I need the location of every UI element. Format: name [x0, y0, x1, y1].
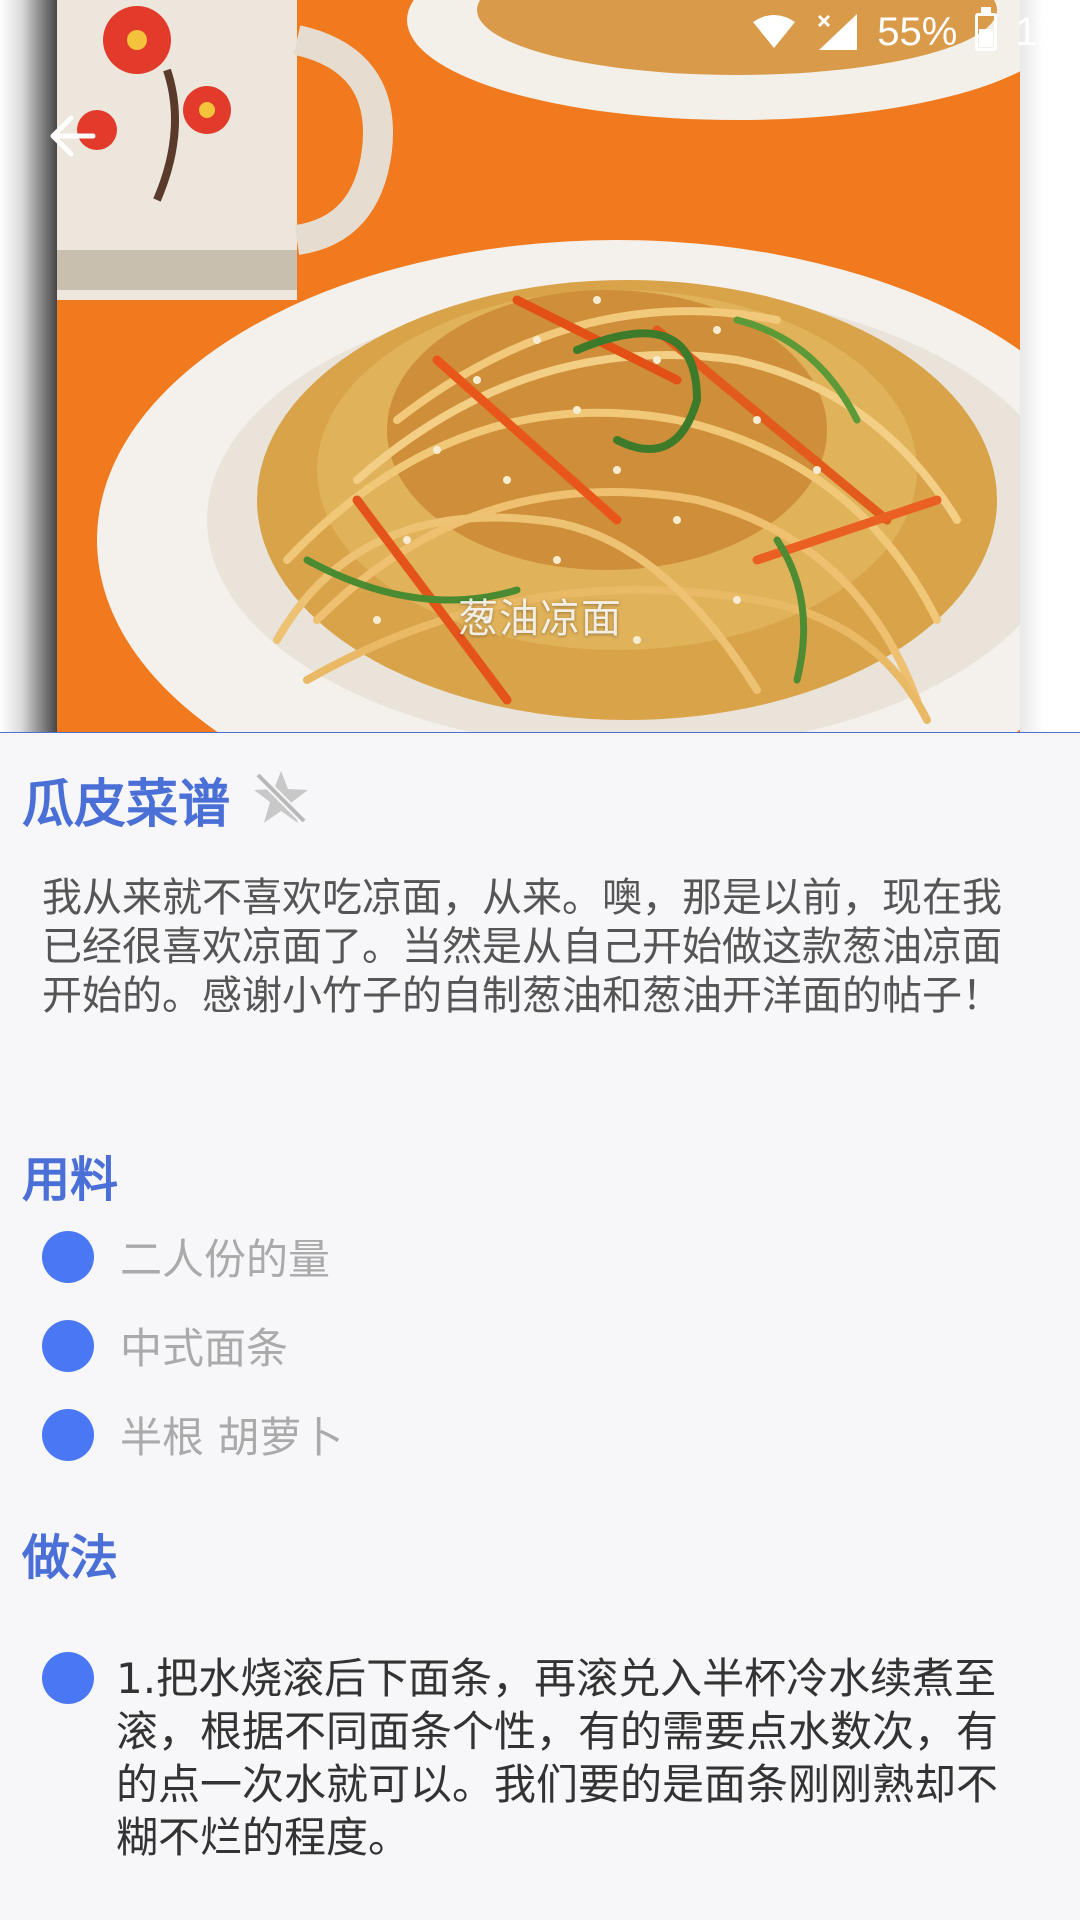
app-title: 瓜皮菜谱: [22, 775, 231, 835]
status-time: 11:: [1015, 9, 1068, 54]
signal-icon: [815, 12, 859, 52]
step-item: 1.把水烧滚后下面条，再滚兑入半杯冷水续煮至滚，根据不同面条个性，有的需要点水数…: [42, 1652, 1022, 1864]
step-text: 1.把水烧滚后下面条，再滚兑入半杯冷水续煮至滚，根据不同面条个性，有的需要点水数…: [116, 1654, 999, 1862]
status-bar: 55% 11:: [648, 0, 1080, 64]
ingredient-label: 二人份的量: [120, 1235, 331, 1284]
dish-name-caption: 葱油凉面: [458, 596, 622, 642]
ingredient-label: 中式面条: [120, 1324, 289, 1373]
ingredient-item: 中式面条: [42, 1315, 288, 1376]
ingredient-item: 半根 胡萝卜: [42, 1404, 343, 1465]
title-row: 瓜皮菜谱: [22, 762, 312, 837]
bullet-icon: [42, 1652, 94, 1704]
back-button[interactable]: [40, 105, 106, 171]
ingredient-item: 二人份的量: [42, 1226, 330, 1287]
bullet-icon: [42, 1319, 94, 1372]
battery-percent: 55%: [877, 9, 958, 54]
steps-title: 做法: [22, 1530, 119, 1586]
recipe-description: 我从来就不喜欢吃凉面，从来。噢，那是以前，现在我已经很喜欢凉面了。当然是从自己开…: [42, 875, 1002, 1019]
wifi-icon: [751, 14, 797, 50]
hero-image: 葱油凉面: [0, 0, 1080, 733]
favorite-toggle[interactable]: [250, 767, 312, 833]
ingredients-title: 用料: [22, 1152, 119, 1208]
arrow-left-icon: [49, 114, 97, 162]
star-off-icon: [254, 770, 309, 824]
bullet-icon: [42, 1230, 94, 1283]
ingredient-label: 半根 胡萝卜: [120, 1413, 344, 1462]
bullet-icon: [42, 1408, 94, 1461]
hero-divider: [0, 732, 1080, 733]
battery-icon: [975, 7, 998, 51]
